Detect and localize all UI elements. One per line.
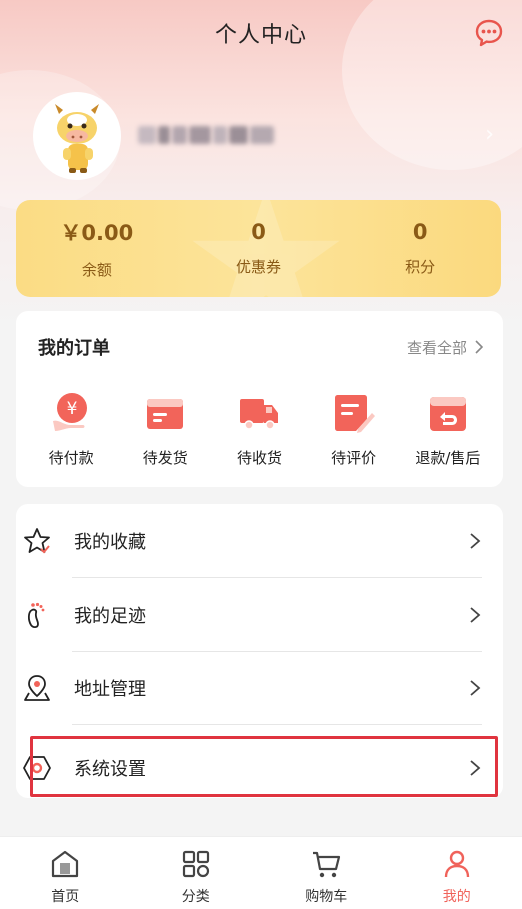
chevron-right-icon (475, 340, 483, 354)
delivery-truck-icon (240, 399, 279, 430)
tab-label: 分类 (181, 889, 210, 905)
coupon-label: 优惠券 (236, 258, 282, 276)
location-icon (24, 674, 50, 701)
review-icon (334, 395, 375, 433)
view-all-orders-link[interactable]: 查看全部 (407, 337, 483, 358)
order-label: 退款/售后 (415, 449, 481, 467)
avatar[interactable] (33, 92, 121, 180)
user-icon (444, 850, 469, 878)
order-pending-review[interactable]: 待评价 (309, 391, 399, 468)
cow-mascot-icon (55, 104, 99, 173)
category-icon (182, 850, 209, 878)
profile-section[interactable]: › (0, 92, 522, 182)
svg-text:¥: ¥ (67, 399, 78, 419)
divider (72, 724, 482, 725)
tab-label: 首页 (51, 889, 80, 905)
bottom-tab-bar: 首页 分类 购物车 我的 (0, 836, 522, 909)
tab-label: 购物车 (305, 889, 348, 905)
menu-item-favorites[interactable]: 我的收藏 (22, 504, 482, 577)
points-value: 0 (412, 220, 428, 244)
orders-title: 我的订单 (38, 338, 110, 359)
orders-card: 我的订单 查看全部 ¥ 待付款 待发货 待收货 待评价 退款/售后 (16, 311, 503, 487)
chevron-right-icon (470, 679, 481, 696)
coupon-stat[interactable]: 0 优惠券 (178, 200, 340, 297)
balance-stat[interactable]: ￥0.00 余额 (16, 200, 178, 297)
order-label: 待付款 (48, 449, 94, 467)
chevron-right-icon (470, 532, 481, 549)
order-pending-receipt[interactable]: 待收货 (214, 391, 304, 468)
page-title: 个人中心 (214, 23, 307, 48)
settings-icon (23, 755, 51, 780)
assets-card: ￥0.00 余额 0 优惠券 0 积分 (16, 200, 501, 297)
tab-home[interactable]: 首页 (0, 837, 131, 909)
footprint-icon (27, 602, 45, 628)
refund-icon (429, 397, 466, 431)
menu-item-label: 我的足迹 (74, 605, 146, 627)
menu-item-label: 我的收藏 (74, 531, 146, 553)
order-label: 待收货 (236, 449, 282, 467)
menu-item-label: 地址管理 (74, 678, 146, 700)
tab-label: 我的 (442, 889, 471, 905)
order-refund[interactable]: 退款/售后 (403, 391, 493, 468)
view-all-label: 查看全部 (406, 338, 467, 357)
cart-icon (313, 851, 341, 878)
tab-mine[interactable]: 我的 (392, 837, 522, 909)
tab-category[interactable]: 分类 (131, 837, 262, 909)
menu-item-address[interactable]: 地址管理 (22, 651, 482, 724)
pending-payment-icon: ¥ (53, 393, 88, 431)
balance-label: 余额 (81, 261, 112, 279)
menu-item-settings[interactable]: 系统设置 (22, 731, 482, 804)
chevron-right-icon (470, 759, 481, 776)
menu-item-label: 系统设置 (74, 758, 146, 780)
balance-value: ￥0.00 (60, 221, 134, 245)
points-label: 积分 (405, 258, 436, 276)
menu-item-footprint[interactable]: 我的足迹 (22, 578, 482, 651)
username-blurred (138, 122, 275, 148)
order-pending-shipment[interactable]: 待发货 (120, 391, 210, 468)
order-label: 待评价 (331, 449, 377, 467)
home-icon (52, 850, 79, 878)
order-pending-payment[interactable]: ¥ 待付款 (26, 391, 116, 468)
tab-cart[interactable]: 购物车 (261, 837, 392, 909)
pending-shipment-icon (147, 399, 184, 429)
page-header: 个人中心 (0, 0, 522, 66)
star-icon (24, 527, 50, 553)
chat-bubble-icon (475, 19, 503, 47)
points-stat[interactable]: 0 积分 (339, 200, 501, 297)
coupon-value: 0 (251, 220, 266, 244)
order-label: 待发货 (142, 449, 188, 467)
message-button[interactable] (474, 18, 504, 48)
chevron-right-icon (470, 606, 481, 623)
profile-chevron-icon: › (485, 122, 494, 147)
